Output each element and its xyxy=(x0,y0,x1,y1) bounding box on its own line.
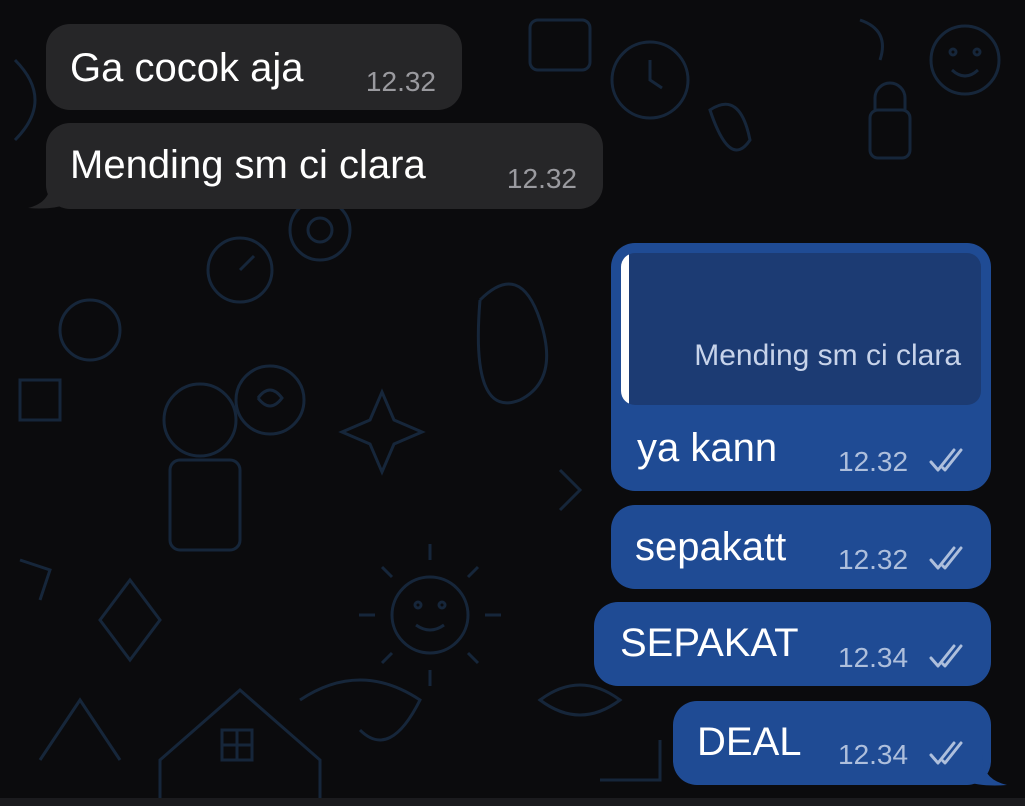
double-check-icon xyxy=(929,741,963,765)
message-time: 12.32 xyxy=(506,163,577,194)
message-bubble-outgoing[interactable]: SEPAKAT 12.34 xyxy=(594,602,991,686)
message-text: sepakatt xyxy=(635,525,787,569)
double-check-icon xyxy=(929,644,963,668)
message-bubble-outgoing[interactable]: sepakatt 12.32 xyxy=(611,505,991,589)
message-text: Mending sm ci clara xyxy=(70,143,426,187)
bottom-edge xyxy=(0,798,1025,806)
message-time: 12.34 xyxy=(838,642,909,673)
double-check-icon xyxy=(929,546,963,570)
message-time: 12.32 xyxy=(838,446,909,477)
message-bubble-incoming[interactable]: Ga cocok aja 12.32 xyxy=(46,24,462,110)
reply-quote-bar xyxy=(621,253,629,405)
message-bubble-incoming[interactable]: Mending sm ci clara 12.32 xyxy=(46,123,603,209)
reply-quote[interactable]: Mending sm ci clara xyxy=(621,253,981,405)
message-time: 12.34 xyxy=(838,739,909,770)
message-time: 12.32 xyxy=(838,544,909,575)
message-text: Ga cocok aja xyxy=(70,46,304,90)
bubble-tail xyxy=(28,180,68,209)
message-bubble-outgoing[interactable]: DEAL 12.34 xyxy=(673,701,991,785)
message-text: ya kann xyxy=(637,426,778,470)
message-bubble-outgoing[interactable]: Mending sm ci clara ya kann 12.32 xyxy=(611,243,991,491)
bubble-tail xyxy=(965,755,1007,786)
message-text: SEPAKAT xyxy=(620,621,799,665)
double-check-icon xyxy=(929,448,963,472)
reply-quote-text: Mending sm ci clara xyxy=(694,339,961,372)
message-text: DEAL xyxy=(697,720,802,764)
message-time: 12.32 xyxy=(365,66,436,97)
